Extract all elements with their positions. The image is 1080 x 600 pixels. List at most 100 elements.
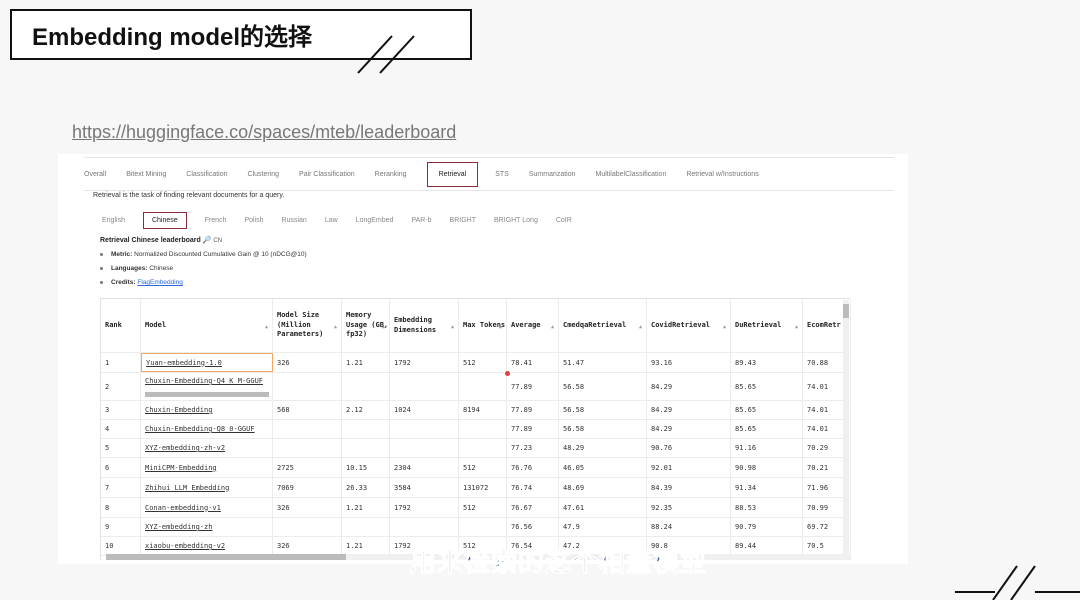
lang-tab-coir[interactable]: CoIR [556,217,572,224]
tab-classification[interactable]: Classification [186,171,227,178]
sort-icon[interactable]: ▲ [795,324,798,331]
table-cell: 77.23 [507,439,559,457]
table-cell: 91.16 [731,439,803,457]
model-link[interactable]: XYZ-embedding-zh-v2 [141,439,273,457]
table-cell: 2725 [273,458,342,477]
column-header-covidretrieval[interactable]: CovidRetrieval ▲ [647,299,731,352]
table-cell: 326 [273,353,342,372]
vertical-scrollbar[interactable] [843,300,849,554]
model-link[interactable]: XYZ-embedding-zh [141,518,273,536]
tab-pair-classification[interactable]: Pair Classification [299,171,355,178]
tab-retrieval-w-instructions[interactable]: Retrieval w/Instructions [686,171,758,178]
tab-multilabelclassification[interactable]: MultilabelClassification [596,171,667,178]
task-description: Retrieval is the task of finding relevan… [93,192,285,199]
tab-summarization[interactable]: Summarization [529,171,576,178]
sort-icon[interactable]: ▲ [723,324,726,331]
cell-scrollbar[interactable] [141,390,269,399]
lang-tab-bright[interactable]: BRIGHT [450,217,476,224]
lang-tab-par-b[interactable]: PAR-b [411,217,431,224]
column-header-rank[interactable]: Rank [101,299,141,352]
column-header-model-size-million-parameters[interactable]: Model Size (Million Parameters) ▲ [273,299,342,352]
table-cell: 93.16 [647,353,731,372]
table-cell: 85.65 [731,401,803,419]
table-cell [273,439,342,457]
metric-value: Normalized Discounted Cumulative Gain @ … [134,251,307,258]
table-cell: 3584 [390,478,459,497]
tab-clustering[interactable]: Clustering [248,171,280,178]
sort-icon[interactable]: ▲ [334,324,337,331]
table-cell [459,439,507,457]
table-header-row: Rank Model ▲ Model Size (Million Parameters… [101,299,851,353]
sort-icon[interactable]: ▲ [382,324,385,331]
table-cell: 77.89 [507,401,559,419]
table-cell: 1.21 [342,537,390,555]
model-link[interactable]: Chuxin-Embedding-Q4_K_M-GGUF [141,373,273,400]
table-cell: 2304 [390,458,459,477]
model-link[interactable]: Yuan-embedding-1.0 [141,353,273,372]
sort-icon[interactable]: ▲ [551,324,554,331]
column-header-model[interactable]: Model ▲ [141,299,273,352]
table-cell: 84.29 [647,373,731,400]
table-cell: 91.34 [731,478,803,497]
table-cell: 7 [101,478,141,497]
table-cell: 512 [459,498,507,517]
column-header-embedding-dimensions[interactable]: Embedding Dimensions ▲ [390,299,459,352]
lang-tab-longembed[interactable]: LongEmbed [356,217,394,224]
model-link[interactable]: Chuxin-Embedding-Q8_0-GGUF [141,420,273,438]
column-header-duretrieval[interactable]: DuRetrieval ▲ [731,299,803,352]
tab-overall[interactable]: Overall [84,171,106,178]
table-cell: 48.69 [559,478,647,497]
table-cell: 89.43 [731,353,803,372]
table-cell: 1024 [390,401,459,419]
column-header-average[interactable]: Average ▲ [507,299,559,352]
table-cell: 5 [101,439,141,457]
model-link[interactable]: MiniCPM-Embedding [141,458,273,477]
column-header-cmedqaretrieval[interactable]: CmedqaRetrieval ▲ [559,299,647,352]
leaderboard-title-text: Retrieval Chinese leaderboard 🔎 [100,237,212,244]
lang-tab-french[interactable]: French [205,217,227,224]
lang-tab-chinese[interactable]: Chinese [142,211,187,229]
table-cell: 326 [273,537,342,555]
column-header-max-tokens[interactable]: Max Tokens ▲ [459,299,507,352]
table-cell: 88.53 [731,498,803,517]
credits-link[interactable]: FlagEmbedding [137,279,183,286]
lang-tab-law[interactable]: Law [325,217,338,224]
sort-icon[interactable]: ▲ [265,324,268,331]
table-cell: 326 [273,498,342,517]
tab-reranking[interactable]: Reranking [375,171,407,178]
sort-icon[interactable]: ▲ [499,324,502,331]
lang-tab-russian[interactable]: Russian [282,217,307,224]
table-cell: 76.76 [507,458,559,477]
sort-icon[interactable]: ▲ [451,324,454,331]
language-tabs: English Chinese French Polish Russian Law Long… [102,210,590,230]
table-cell: 46.05 [559,458,647,477]
table-cell: 76.67 [507,498,559,517]
model-link[interactable]: Chuxin-Embedding [141,401,273,419]
leaderboard-url[interactable]: https://huggingface.co/spaces/mteb/leade… [72,122,456,143]
sort-icon[interactable]: ▲ [639,324,642,331]
table-cell: 10.15 [342,458,390,477]
model-link[interactable]: Zhihui_LLM_Embedding [141,478,273,497]
table-row: 9 XYZ-embedding-zh 76.56 47.9 88.24 90.79 69.7… [101,518,851,537]
video-subtitle: 用来检索的这个相量模型 [409,548,708,579]
table-cell: 8194 [459,401,507,419]
table-cell: 8 [101,498,141,517]
table-cell: 26.33 [342,478,390,497]
tab-bitext-mining[interactable]: Bitext Mining [126,171,166,178]
tab-retrieval[interactable]: Retrieval [426,161,479,187]
table-cell: 90.98 [731,458,803,477]
column-header-memory-usage-gb-fp32[interactable]: Memory Usage (GB, fp32) ▲ [342,299,390,352]
model-link[interactable]: Conan-embedding-v1 [141,498,273,517]
lang-tab-polish[interactable]: Polish [244,217,263,224]
tab-sts[interactable]: STS [495,171,509,178]
table-cell: 56.58 [559,420,647,438]
table-row: 3 Chuxin-Embedding 568 2.12 1024 8194 77.89 56.… [101,401,851,420]
table-row: 7 Zhihui_LLM_Embedding 7069 26.33 3584 131072… [101,478,851,498]
table-cell: 77.89 [507,420,559,438]
table-row: 5 XYZ-embedding-zh-v2 77.23 48.29 90.76 91.16… [101,439,851,458]
lang-tab-english[interactable]: English [102,217,125,224]
table-cell: 3 [101,401,141,419]
lang-tab-bright-long[interactable]: BRIGHT Long [494,217,538,224]
model-link[interactable]: xiaobu-embedding-v2 [141,537,273,555]
table-cell: 131072 [459,478,507,497]
